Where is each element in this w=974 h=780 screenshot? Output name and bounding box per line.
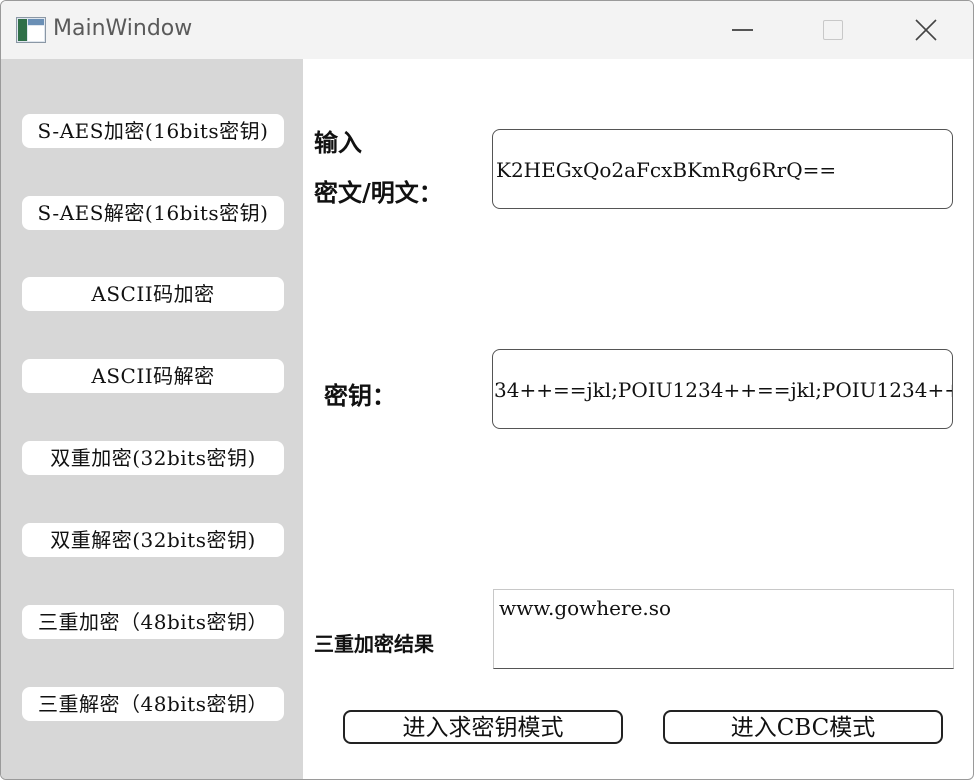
result-output-field[interactable]: www.gowhere.so xyxy=(493,589,954,669)
result-label: 三重加密结果 xyxy=(314,632,434,656)
minimize-icon xyxy=(732,29,753,31)
key-label: 密钥： xyxy=(324,381,396,410)
sidebar: S-AES加密(16bits密钥) S-AES解密(16bits密钥) ASCI… xyxy=(1,59,303,779)
triple-encrypt-button[interactable]: 三重加密（48bits密钥） xyxy=(22,605,284,639)
main-window: MainWindow S-AES加密(16bits密钥) S-AES解密(16b… xyxy=(0,0,974,780)
close-button[interactable] xyxy=(896,9,956,51)
input-text-field[interactable]: K2HEGxQo2aFcxBKmRg6RrQ== xyxy=(492,129,953,209)
input-label-line1: 输入 xyxy=(314,128,362,157)
close-icon xyxy=(915,19,937,41)
input-label-line2: 密文/明文： xyxy=(314,178,443,207)
key-input-field[interactable]: 34++==jkl;POIU1234++==jkl;POIU1234++== xyxy=(492,349,953,429)
title-bar: MainWindow xyxy=(1,1,973,59)
app-icon xyxy=(16,17,46,43)
maximize-icon xyxy=(823,20,843,40)
key-mode-button[interactable]: 进入求密钥模式 xyxy=(343,710,623,744)
maximize-button[interactable] xyxy=(802,9,862,51)
cbc-mode-button[interactable]: 进入CBC模式 xyxy=(663,710,943,744)
triple-decrypt-button[interactable]: 三重解密（48bits密钥） xyxy=(22,687,284,721)
saes-encrypt-button[interactable]: S-AES加密(16bits密钥) xyxy=(22,114,284,148)
saes-decrypt-button[interactable]: S-AES解密(16bits密钥) xyxy=(22,196,284,230)
minimize-button[interactable] xyxy=(712,9,772,51)
double-decrypt-button[interactable]: 双重解密(32bits密钥) xyxy=(22,523,284,557)
ascii-decrypt-button[interactable]: ASCII码解密 xyxy=(22,359,284,393)
window-title: MainWindow xyxy=(53,16,193,41)
double-encrypt-button[interactable]: 双重加密(32bits密钥) xyxy=(22,441,284,475)
ascii-encrypt-button[interactable]: ASCII码加密 xyxy=(22,277,284,311)
